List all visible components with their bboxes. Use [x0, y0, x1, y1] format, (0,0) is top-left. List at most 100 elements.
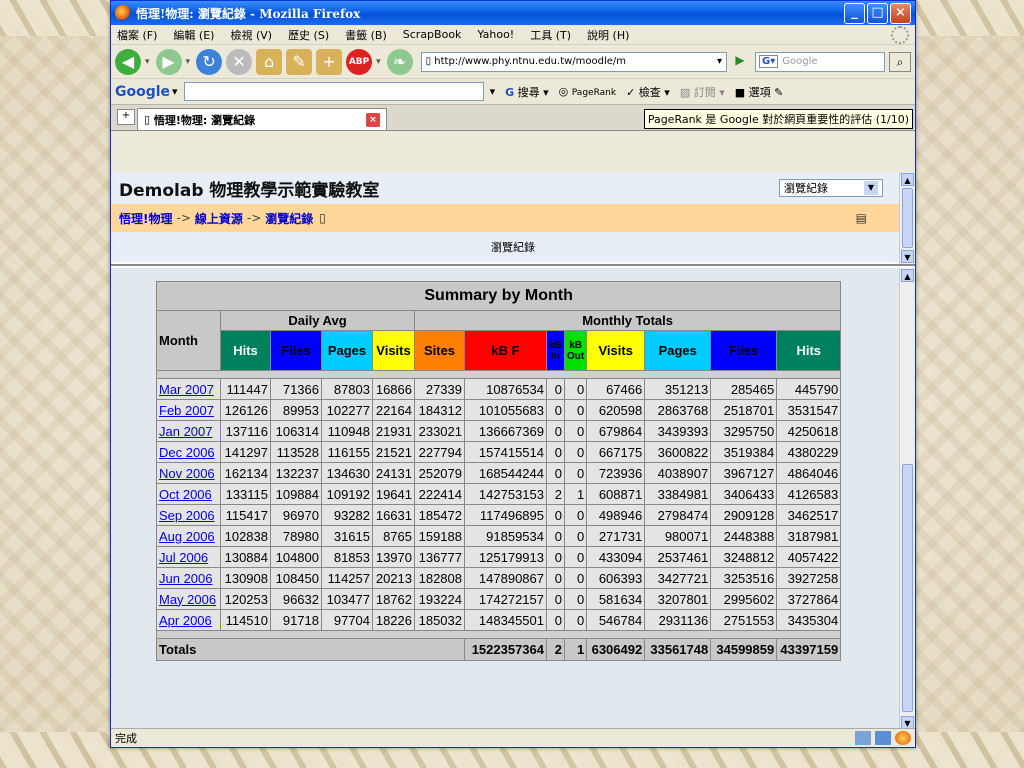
subscribe-button[interactable]: ▧ 訂閱 ▾	[680, 84, 725, 100]
breadcrumb-logs[interactable]: 瀏覽紀錄	[265, 210, 313, 227]
cell-daily-hits: 111447	[220, 378, 271, 400]
edit-icon[interactable]: ✎	[286, 48, 313, 75]
tab-active[interactable]: ▯ 悟理!物理: 瀏覽紀錄 ×	[137, 108, 387, 130]
window-title: 悟理!物理: 瀏覽紀錄 - Mozilla Firefox	[136, 6, 361, 21]
scroll-up-icon[interactable]: ▲	[901, 173, 914, 186]
back-arrow-icon[interactable]: ◀	[115, 48, 141, 75]
menu-edit[interactable]: 編輯 (E)	[173, 27, 214, 43]
col-kb-out: kB Out	[563, 330, 588, 371]
month-link[interactable]: Aug 2006	[159, 529, 215, 544]
month-link[interactable]: Dec 2006	[159, 445, 215, 460]
month-link[interactable]: May 2006	[159, 592, 216, 607]
month-link[interactable]: Apr 2006	[159, 613, 212, 628]
scroll-down-icon[interactable]: ▼	[901, 250, 914, 263]
month-link[interactable]: Jun 2006	[159, 571, 213, 586]
status-text: 完成	[115, 732, 137, 745]
header-scroll-thumb[interactable]	[902, 188, 913, 248]
cell-daily-files: 132237	[270, 462, 322, 484]
month-link[interactable]: Jan 2007	[159, 424, 213, 439]
stats-scrollbar[interactable]: ▲ ▼	[899, 268, 915, 730]
total-visits: 6306492	[586, 638, 646, 661]
month-link[interactable]: Nov 2006	[159, 466, 215, 481]
address-bar[interactable]: ▯ http://www.phy.ntnu.edu.tw/moodle/m ▾	[420, 51, 727, 72]
menu-bookmarks[interactable]: 書籤 (B)	[345, 27, 387, 43]
month-link[interactable]: Feb 2007	[159, 403, 214, 418]
new-tab-button[interactable]: +	[117, 109, 135, 125]
table-row: Feb 2007 126126 89953 102277 22164 184312 1010…	[156, 399, 842, 421]
cell-kb-out: 0	[563, 546, 588, 568]
cell-month: Jul 2006	[156, 546, 221, 568]
scroll-up-icon[interactable]: ▲	[901, 269, 914, 282]
menu-view[interactable]: 檢視 (V)	[230, 27, 272, 43]
cell-kb-f: 101055683	[464, 399, 547, 421]
cell-monthly-hits: 3462517	[776, 504, 842, 526]
pagerank-indicator[interactable]: ◎ PageRank	[559, 85, 616, 98]
screen-icon[interactable]	[855, 731, 871, 745]
site-title: Demolab 物理教學示範實驗教室	[119, 180, 380, 201]
address-dropdown-icon[interactable]: ▾	[717, 56, 722, 67]
status-bar: 完成	[111, 728, 915, 747]
menu-file[interactable]: 檔案 (F)	[117, 27, 157, 43]
month-link[interactable]: Oct 2006	[159, 487, 212, 502]
adblock-dropdown-icon[interactable]: ▾	[376, 57, 381, 67]
back-dropdown-icon[interactable]: ▾	[145, 57, 150, 67]
cell-daily-hits: 102838	[220, 525, 271, 547]
cell-monthly-hits: 4864046	[776, 462, 842, 484]
window-icon[interactable]	[875, 731, 891, 745]
col-daily-pages: Pages	[321, 330, 373, 371]
cell-daily-pages: 116155	[321, 441, 373, 463]
search-box[interactable]: G▾ Google	[755, 51, 885, 72]
jump-select[interactable]: 瀏覽紀錄 ▼	[779, 179, 883, 197]
col-daily-visits: Visits	[372, 330, 415, 371]
search-magnifier-icon[interactable]: ⌕	[889, 51, 911, 72]
cell-daily-visits: 22164	[372, 399, 415, 421]
stop-icon[interactable]: ✕	[226, 48, 253, 75]
new-tab-icon[interactable]: +	[316, 48, 343, 75]
print-icon[interactable]: ▤	[856, 211, 867, 225]
menu-help[interactable]: 說明 (H)	[587, 27, 629, 43]
reload-icon[interactable]: ↻	[196, 48, 223, 75]
cell-monthly-pages: 2537461	[644, 546, 712, 568]
search-placeholder: Google	[782, 56, 818, 67]
cell-sites: 193224	[414, 588, 465, 610]
chevron-down-icon[interactable]: ▼	[864, 181, 878, 195]
go-arrow-icon[interactable]: ▶	[731, 53, 749, 71]
menu-scrapbook[interactable]: ScrapBook	[403, 28, 462, 41]
cell-monthly-pages: 2798474	[644, 504, 712, 526]
breadcrumb-resources[interactable]: 線上資源	[195, 210, 243, 227]
header-scrollbar[interactable]: ▲ ▼	[899, 172, 915, 264]
cell-month: Mar 2007	[156, 378, 221, 400]
google-engine-icon[interactable]: G▾	[759, 55, 779, 68]
google-menu-dropdown-icon[interactable]: ▾	[172, 85, 178, 98]
cell-daily-hits: 130908	[220, 567, 271, 589]
forward-dropdown-icon[interactable]: ▾	[186, 57, 191, 67]
close-button[interactable]: ×	[890, 2, 911, 24]
spell-check-button[interactable]: ✓ 檢查 ▾	[626, 84, 670, 100]
col-monthly-hits: Hits	[776, 330, 842, 371]
google-search-button[interactable]: G 搜尋 ▾	[505, 84, 549, 100]
adblock-icon[interactable]: ABP	[346, 48, 373, 75]
options-button[interactable]: ■ 選項 ✎	[735, 84, 784, 100]
title-bar[interactable]: 悟理!物理: 瀏覽紀錄 - Mozilla Firefox _ □ ×	[111, 1, 915, 25]
minimize-button[interactable]: _	[844, 2, 865, 24]
firefox-status-icon[interactable]	[895, 731, 911, 745]
maximize-button[interactable]: □	[867, 2, 888, 24]
cell-monthly-visits: 581634	[586, 588, 646, 610]
menu-history[interactable]: 歷史 (S)	[288, 27, 329, 43]
month-link[interactable]: Mar 2007	[159, 382, 214, 397]
google-input-dropdown-icon[interactable]: ▾	[490, 85, 496, 98]
forward-arrow-icon[interactable]: ▶	[155, 48, 182, 75]
tab-close-icon[interactable]: ×	[366, 112, 380, 127]
breadcrumb-home[interactable]: 悟理!物理	[119, 210, 172, 227]
menu-tools[interactable]: 工具 (T)	[530, 27, 571, 43]
stats-scroll-thumb[interactable]	[902, 464, 913, 712]
google-toolbar-input[interactable]	[183, 82, 484, 101]
leaf-icon[interactable]: ❧	[386, 48, 413, 75]
menu-yahoo[interactable]: Yahoo!	[477, 28, 514, 41]
month-link[interactable]: Sep 2006	[159, 508, 215, 523]
month-link[interactable]: Jul 2006	[159, 550, 208, 565]
google-logo[interactable]: Google	[115, 84, 170, 100]
monthly-totals-header: Monthly Totals	[413, 310, 842, 331]
cell-kb-out: 0	[563, 399, 588, 421]
home-icon[interactable]: ⌂	[256, 48, 283, 75]
